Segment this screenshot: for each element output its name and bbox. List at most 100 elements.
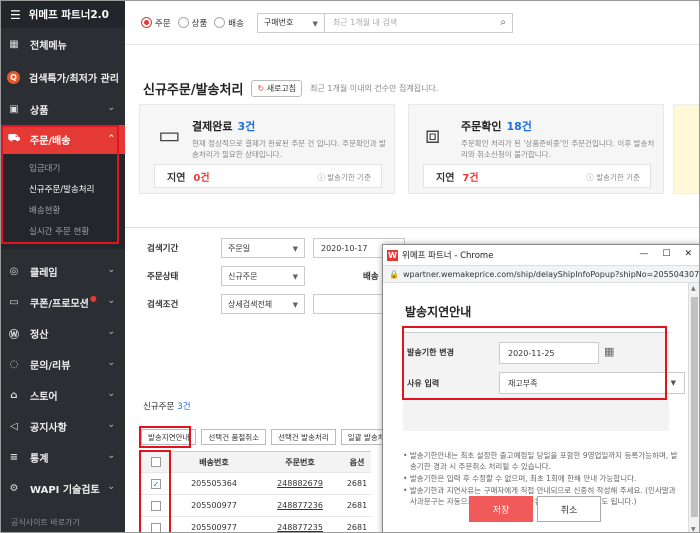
condition-input[interactable] — [313, 294, 383, 314]
chevron-down-icon: ⌄ — [107, 296, 115, 306]
submenu-item-realtime-orders[interactable]: 실시간 주문 현황 — [1, 222, 125, 243]
card-title: 결제완료 — [192, 120, 233, 133]
card-count[interactable]: 3건 — [237, 120, 255, 133]
card-desc: 주문확인 처리가 된 '상품준비중'인 주문건입니다. 이후 발송처리와 취소신… — [461, 139, 655, 159]
soldout-cancel-button[interactable]: 선택건 품절취소 — [201, 429, 267, 445]
submenu-item-new-order[interactable]: 신규주문/발송처리 — [1, 180, 125, 201]
sidebar-item-store[interactable]: ⌂ 스토어 ⌄ — [1, 380, 125, 411]
radio-shipping[interactable]: 배송 — [214, 17, 244, 29]
reason-select[interactable]: 재고부족 ▼ — [499, 372, 685, 394]
maximize-icon[interactable]: ☐ — [662, 249, 670, 259]
stats-icon: ≡ — [9, 452, 19, 463]
radio-circle — [214, 17, 226, 28]
chevron-down-icon: ⌄ — [107, 389, 115, 399]
deadline-date-input[interactable]: 2020-11-25 — [499, 342, 599, 364]
order-link[interactable]: 248877235 — [277, 523, 323, 532]
card-payment-complete: ▭ 결제완료 3건 현재 정상적으로 결제가 완료된 주문 건 입니다. 주문확인… — [139, 104, 395, 194]
chevron-down-icon: ⌄ — [107, 420, 115, 430]
delay-base: ⓘ 발송기한 기준 — [317, 173, 371, 182]
cancel-button[interactable]: 취소 — [537, 496, 601, 522]
row-checkbox[interactable] — [151, 500, 161, 511]
submenu-item-shipping-status[interactable]: 배송현황 — [1, 201, 125, 222]
period-type-select[interactable]: 주문일 ▼ — [221, 238, 305, 258]
delay-count[interactable]: 7건 — [462, 169, 478, 184]
submenu-item-payment-wait[interactable]: 입금대기 — [1, 159, 125, 180]
radio-order[interactable]: 주문 — [141, 17, 171, 29]
chevron-down-icon: ⌄ — [107, 451, 115, 461]
search-icon: Q — [7, 71, 20, 84]
popup-scrollbar[interactable]: ▲ ▼ — [688, 283, 699, 532]
delay-base: ⓘ 발송기한 기준 — [586, 173, 640, 182]
note-item: • 발송기한은 입력 후 수정할 수 없으며, 최초 1회에 한해 안내 가능합… — [403, 474, 637, 483]
caret-down-icon: ▼ — [312, 19, 318, 28]
package-icon: ⧈ — [425, 121, 441, 149]
search-type-select[interactable]: 구매번호 ▼ — [256, 12, 325, 33]
save-button[interactable]: 저장 — [469, 496, 533, 522]
delay-count[interactable]: 0건 — [193, 169, 209, 184]
table-row: ✓ 205505364 248882679 2681 — [141, 473, 371, 495]
list-count: 신규주문 3건 — [143, 402, 191, 412]
sidebar-item-product[interactable]: ▣ 상품 ⌄ — [1, 94, 125, 125]
scroll-up-icon[interactable]: ▲ — [691, 285, 696, 292]
ship-label: 배송 — [363, 272, 379, 282]
condition-select[interactable]: 상세검색전체 ▼ — [221, 294, 305, 314]
order-link[interactable]: 248877236 — [277, 501, 323, 510]
refresh-button[interactable]: ↻ 새로고침 — [251, 80, 303, 97]
delay-notice-button[interactable]: 발송지연안내 — [141, 429, 197, 445]
search-input[interactable]: 최근 1개월 내 검색 ⌕ — [324, 12, 513, 33]
sidebar-item-order-shipping[interactable]: ⛟ 주문/배송 ⌃ — [1, 125, 125, 154]
delay-form: 발송기한 변경 2020-11-25 ▦ 사유 입력 재고부족 ▼ — [403, 332, 685, 431]
sidebar-header: ☰ 위메프 파트너2.0 — [1, 1, 125, 28]
page-title-row: 신규주문/발송처리 ↻ 새로고침 최근 1개월 이내의 건수만 집계됩니다. — [143, 79, 438, 98]
radio-circle — [177, 17, 189, 28]
search-icon[interactable]: ⌕ — [500, 17, 506, 28]
delay-box: 지연 7건 ⓘ 발송기한 기준 — [423, 164, 651, 188]
status-label: 주문상태 — [147, 272, 179, 282]
caret-down-icon: ▼ — [292, 273, 298, 281]
sidebar-item-inquiry[interactable]: ◌ 문의/리뷰 ⌄ — [1, 349, 125, 380]
card-desc: 현재 정상적으로 결제가 완료된 주문 건 입니다. 주문확인과 발송처리가 필… — [192, 139, 386, 159]
delay-box: 지연 0건 ⓘ 발송기한 기준 — [154, 164, 382, 188]
sidebar-item-coupon[interactable]: ▭ 쿠폰/프로모션 ● ⌄ — [1, 287, 125, 318]
sidebar-item-search-price[interactable]: Q 검색특가/최저가 관리 — [1, 61, 125, 94]
sidebar-item-settlement[interactable]: Ⓦ 정산 ⌄ — [1, 318, 125, 349]
calendar-icon[interactable]: ▦ — [604, 345, 614, 358]
truck-icon: ⛟ — [7, 133, 21, 144]
sidebar-item-wapi[interactable]: ⚙ WAPI 기술검토 ⌄ — [1, 473, 125, 504]
popup-body: 발송지연안내 발송기한 변경 2020-11-25 ▦ 사유 입력 재고부족 ▼ … — [383, 283, 688, 532]
top-search-bar: 주문 상품 배송 구매번호 ▼ 최근 1개월 내 검색 ⌕ — [125, 1, 699, 45]
store-icon: ⌂ — [10, 390, 18, 401]
order-link[interactable]: 248882679 — [277, 479, 323, 488]
table-row: 205500977 248877235 2681 — [141, 517, 371, 532]
scroll-down-icon[interactable]: ▼ — [691, 526, 696, 532]
row-checkbox[interactable] — [151, 522, 161, 532]
claim-icon: ◎ — [9, 266, 19, 277]
row-checkbox-checked[interactable]: ✓ — [151, 478, 161, 489]
sidebar: ☰ 위메프 파트너2.0 ▦ 전체메뉴 Q 검색특가/최저가 관리 ▣ 상품 ⌄ ⛟ 주문… — [1, 1, 125, 532]
scroll-thumb[interactable] — [691, 297, 698, 517]
deadline-label: 발송기한 변경 — [407, 348, 454, 357]
popup-titlebar: W 위메프 파트너 - Chrome — ☐ ✕ — [383, 245, 699, 265]
sidebar-item-notice[interactable]: ◁ 공지사항 ⌄ — [1, 411, 125, 442]
radio-product[interactable]: 상품 — [177, 17, 207, 29]
official-site-link[interactable]: 공식사이트 바로가기 — [11, 517, 80, 528]
sidebar-item-claim[interactable]: ◎ 클레임 ⌄ — [1, 256, 125, 287]
hamburger-icon[interactable]: ☰ — [10, 8, 21, 22]
period-label: 검색기간 — [147, 244, 179, 254]
reason-label: 사유 입력 — [407, 379, 440, 388]
coupon-icon: ▭ — [9, 297, 19, 308]
gear-icon: ⚙ — [9, 483, 19, 494]
minimize-icon[interactable]: — — [639, 249, 648, 259]
status-select[interactable]: 신규주문 ▼ — [221, 266, 305, 286]
sidebar-item-all-menu[interactable]: ▦ 전체메뉴 — [1, 28, 125, 61]
select-all-checkbox[interactable] — [151, 457, 161, 467]
page-note: 최근 1개월 이내의 건수만 집계됩니다. — [310, 84, 439, 93]
wemakeprice-logo-icon: W — [387, 249, 398, 261]
card-count[interactable]: 18건 — [506, 120, 531, 133]
close-icon[interactable]: ✕ — [684, 249, 692, 259]
popup-title: 발송지연안내 — [405, 305, 472, 319]
refresh-icon: ↻ — [257, 84, 265, 93]
sidebar-item-stats[interactable]: ≡ 통계 ⌄ — [1, 442, 125, 473]
ship-selected-button[interactable]: 선택건 발송처리 — [271, 429, 336, 445]
megaphone-icon: ◁ — [10, 421, 18, 432]
